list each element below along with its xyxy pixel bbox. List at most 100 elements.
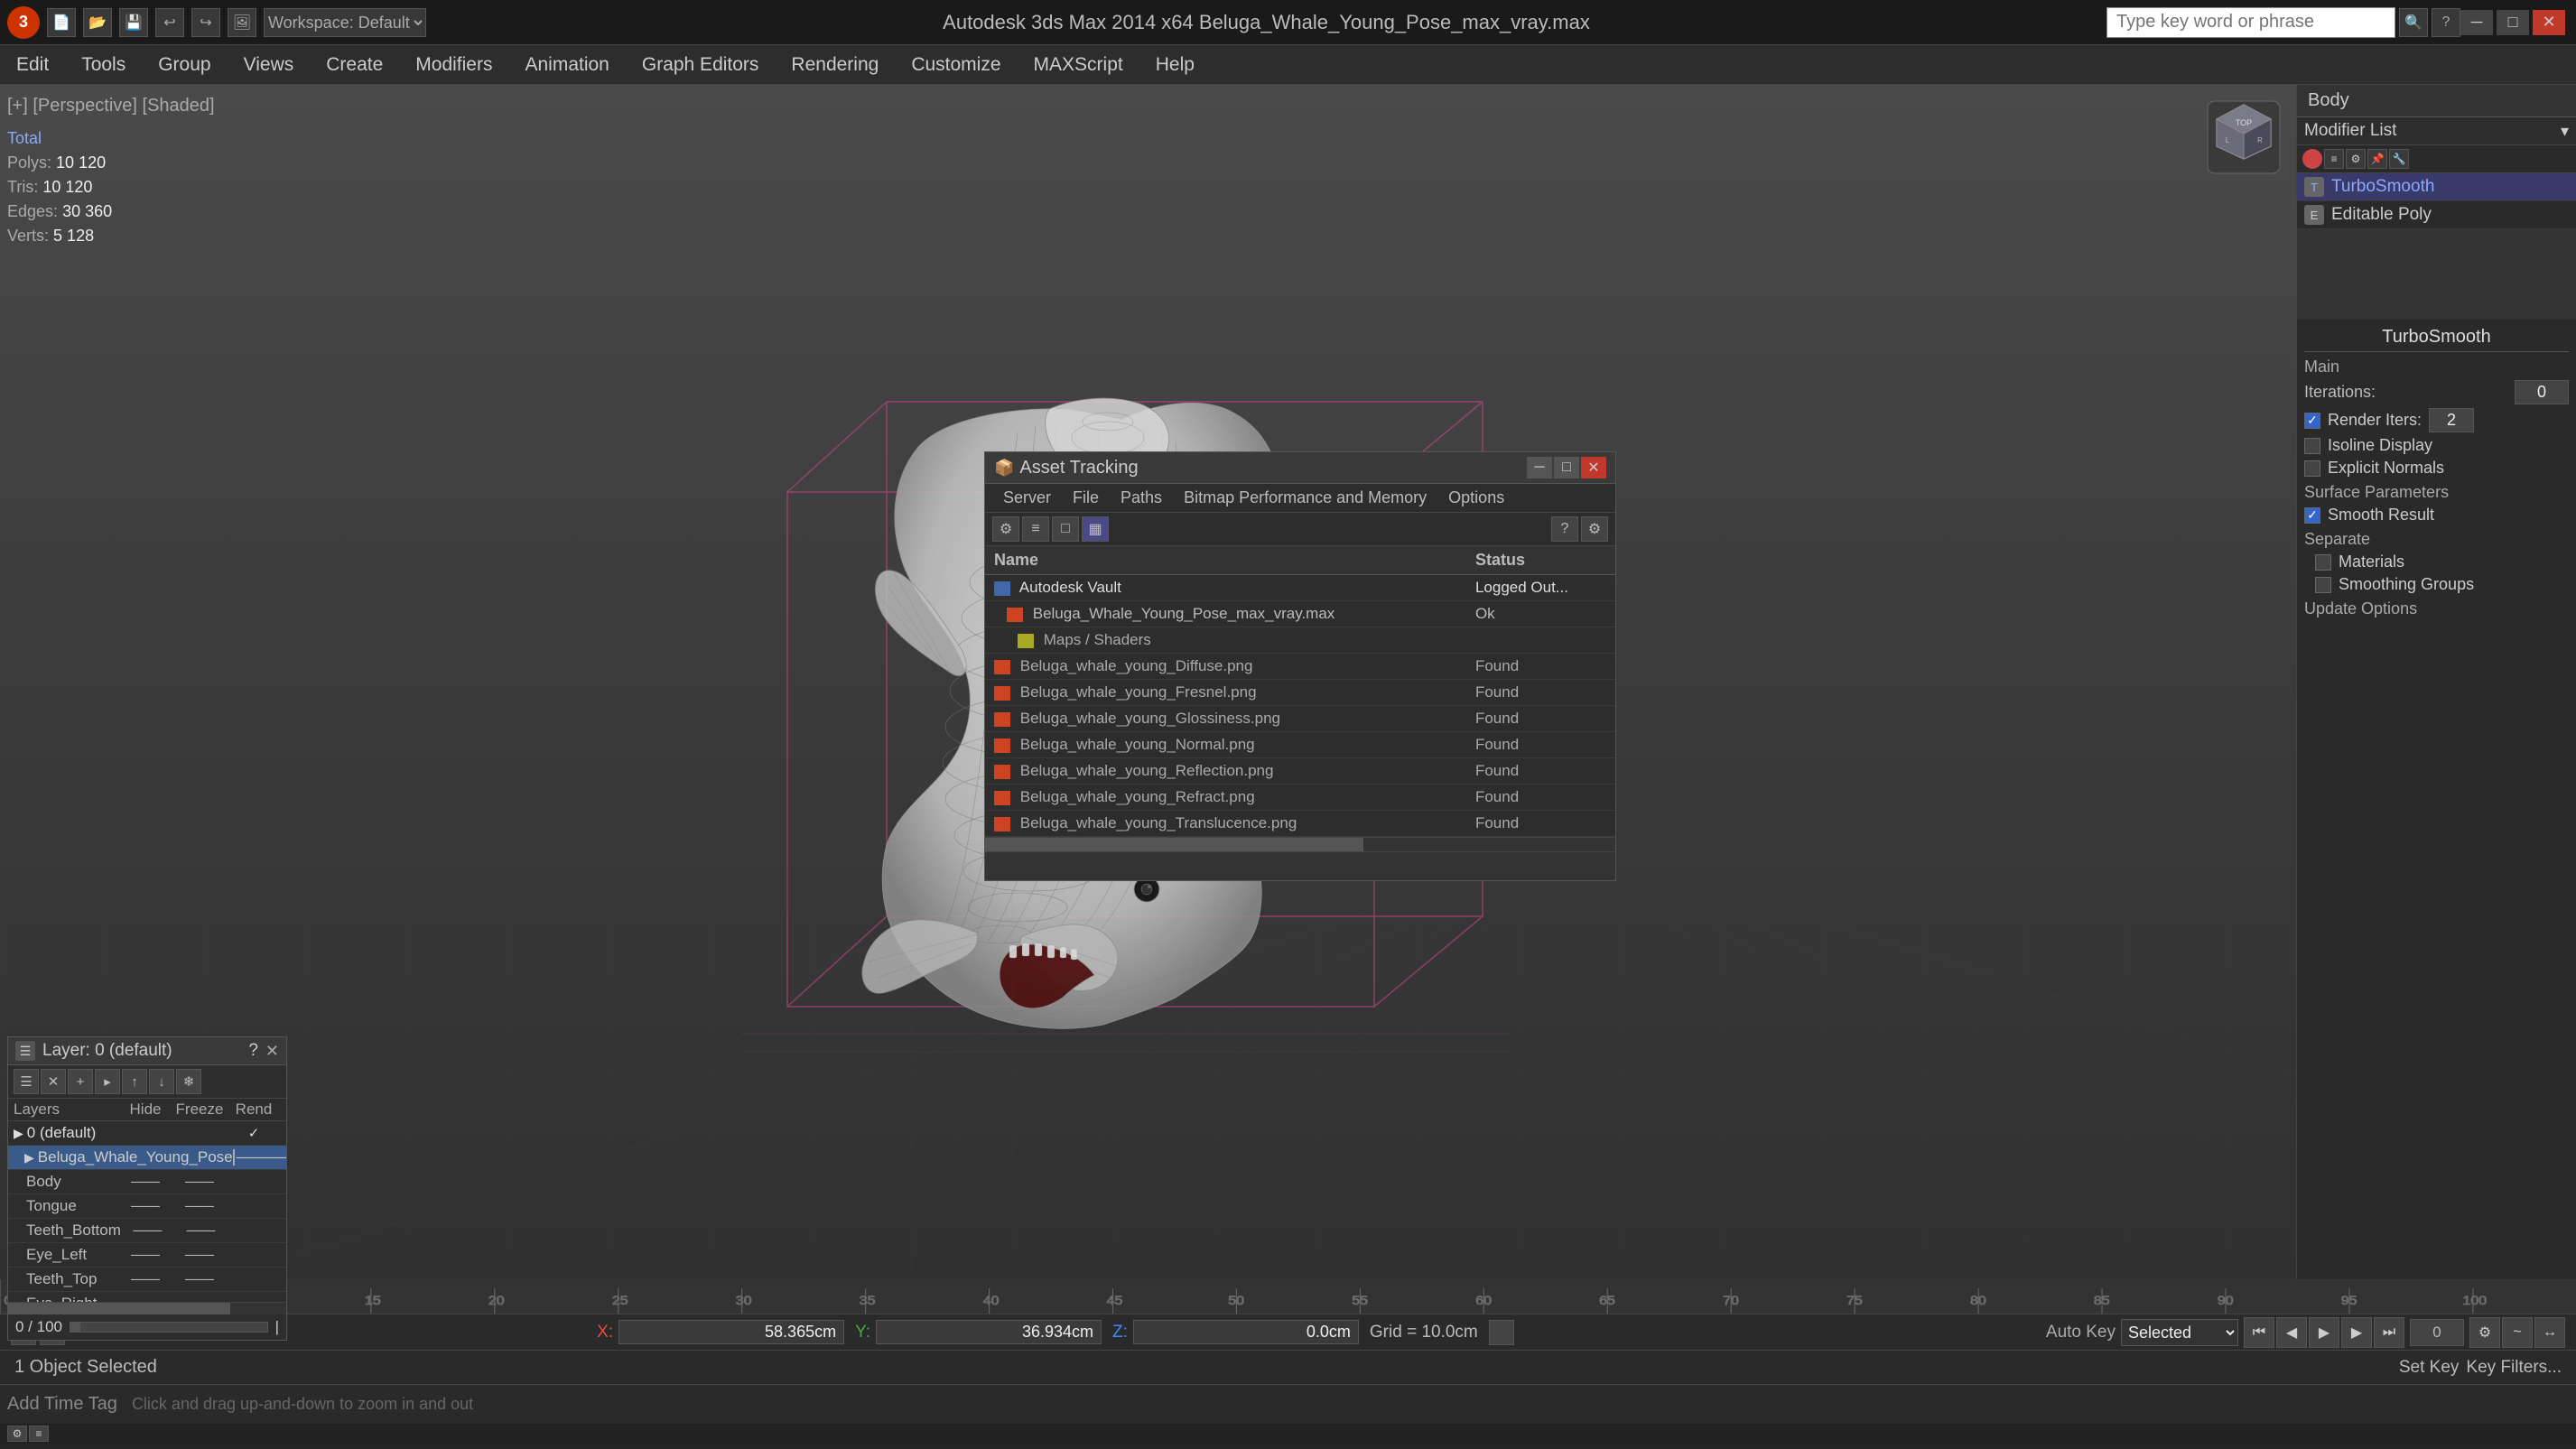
layer-toggle-btn[interactable] bbox=[233, 1149, 235, 1166]
layer-select2-btn[interactable]: ↓ bbox=[149, 1069, 174, 1094]
menu-group[interactable]: Group bbox=[142, 49, 227, 81]
layers-scrollbar-thumb[interactable] bbox=[8, 1303, 230, 1314]
menu-edit[interactable]: Edit bbox=[0, 49, 65, 81]
frame-counter[interactable]: 0 bbox=[2410, 1319, 2464, 1346]
menu-maxscript[interactable]: MAXScript bbox=[1018, 49, 1139, 81]
layer-row-body[interactable]: Body ─── ─── bbox=[8, 1170, 286, 1194]
menu-graph-editors[interactable]: Graph Editors bbox=[626, 49, 776, 81]
save-btn[interactable]: 💾 bbox=[119, 8, 148, 37]
key-filters-label[interactable]: Key Filters... bbox=[2466, 1358, 2562, 1378]
smoothing-groups-checkbox[interactable] bbox=[2315, 577, 2331, 593]
animation-timeline[interactable]: 0 5 10 15 20 25 30 35 40 45 50 55 60 bbox=[0, 1279, 2576, 1315]
search-btn[interactable]: 🔍 bbox=[2399, 8, 2428, 37]
expand-icon[interactable]: ↔ bbox=[2534, 1317, 2565, 1348]
modifier-turbosmooth[interactable]: T TurboSmooth bbox=[2297, 173, 2576, 201]
layer-add-btn[interactable]: + bbox=[68, 1069, 93, 1094]
goto-end-btn[interactable]: ⏭ bbox=[2374, 1317, 2404, 1348]
minimize-button[interactable]: ─ bbox=[2460, 10, 2493, 35]
close-button[interactable]: ✕ bbox=[2533, 10, 2565, 35]
workspace-selector[interactable]: Workspace: Default bbox=[264, 8, 426, 37]
render-iters-checkbox[interactable] bbox=[2304, 413, 2320, 429]
key-filter-icon[interactable]: ⚙ bbox=[2469, 1317, 2500, 1348]
play-btn[interactable]: ▶ bbox=[2309, 1317, 2339, 1348]
menu-tools[interactable]: Tools bbox=[65, 49, 142, 81]
asset-menu-file[interactable]: File bbox=[1062, 486, 1110, 510]
isoline-checkbox[interactable] bbox=[2304, 438, 2320, 454]
coord-x-input[interactable] bbox=[618, 1320, 844, 1344]
asset-scrollbar[interactable] bbox=[985, 837, 1615, 851]
help-icon[interactable]: ? bbox=[2432, 8, 2460, 37]
search-input[interactable] bbox=[2106, 7, 2395, 38]
bottom-icon-1[interactable]: ⚙ bbox=[7, 1426, 27, 1442]
coord-z-input[interactable] bbox=[1133, 1320, 1359, 1344]
smooth-result-checkbox[interactable] bbox=[2304, 507, 2320, 524]
layer-row-tongue[interactable]: Tongue ─── ─── bbox=[8, 1194, 286, 1219]
modifier-icon-2[interactable]: ⚙ bbox=[2346, 149, 2366, 169]
layer-freeze-btn[interactable]: ❄ bbox=[176, 1069, 201, 1094]
layer-delete-btn[interactable]: ✕ bbox=[41, 1069, 66, 1094]
materials-checkbox[interactable] bbox=[2315, 554, 2331, 571]
bottom-icon-2[interactable]: ≡ bbox=[29, 1426, 49, 1442]
asset-row-vault[interactable]: Autodesk Vault Logged Out... bbox=[985, 575, 1615, 601]
menu-modifiers[interactable]: Modifiers bbox=[399, 49, 508, 81]
prev-frame-btn[interactable]: ◀ bbox=[2276, 1317, 2307, 1348]
asset-row-fresnel[interactable]: Beluga_whale_young_Fresnel.png Found bbox=[985, 680, 1615, 706]
goto-start-btn[interactable]: ⏮ bbox=[2244, 1317, 2274, 1348]
modifier-icon-3[interactable]: 📌 bbox=[2367, 149, 2387, 169]
iterations-input[interactable] bbox=[2515, 380, 2569, 404]
maximize-button[interactable]: □ bbox=[2497, 10, 2529, 35]
asset-row-refract[interactable]: Beluga_whale_young_Refract.png Found bbox=[985, 785, 1615, 811]
menu-create[interactable]: Create bbox=[310, 49, 399, 81]
layer-new-btn[interactable]: ☰ bbox=[14, 1069, 39, 1094]
asset-scrollbar-thumb[interactable] bbox=[985, 838, 1363, 851]
navigation-cube[interactable]: TOP R L bbox=[2200, 94, 2287, 181]
next-frame-btn[interactable]: ▶ bbox=[2341, 1317, 2372, 1348]
asset-row-reflection[interactable]: Beluga_whale_young_Reflection.png Found bbox=[985, 758, 1615, 785]
key-mode-selector[interactable]: Selected bbox=[2121, 1319, 2238, 1346]
grid-settings-btn[interactable] bbox=[1489, 1320, 1514, 1345]
render-iters-input[interactable] bbox=[2429, 408, 2474, 432]
modifier-icon-4[interactable]: 🔧 bbox=[2389, 149, 2409, 169]
asset-minimize-btn[interactable]: ─ bbox=[1527, 457, 1552, 478]
mini-curve-icon[interactable]: ~ bbox=[2502, 1317, 2533, 1348]
undo-btn[interactable]: ↩ bbox=[155, 8, 184, 37]
asset-tool-2[interactable]: ≡ bbox=[1022, 516, 1049, 542]
layers-scrollbar[interactable] bbox=[8, 1302, 286, 1314]
asset-row-normal[interactable]: Beluga_whale_young_Normal.png Found bbox=[985, 732, 1615, 758]
add-time-tag-label[interactable]: Add Time Tag bbox=[7, 1394, 117, 1415]
asset-tool-3[interactable]: □ bbox=[1052, 516, 1079, 542]
layer-row-default[interactable]: ▶ 0 (default) ✓ bbox=[8, 1121, 286, 1146]
render-setup-btn[interactable]: 🖼 bbox=[228, 8, 256, 37]
layer-row-teeth-bottom[interactable]: Teeth_Bottom ─── ─── bbox=[8, 1219, 286, 1243]
layer-row-eye-right[interactable]: Eye_Right ─── ─── bbox=[8, 1292, 286, 1302]
layer-row-teeth-top[interactable]: Teeth_Top ─── ─── bbox=[8, 1268, 286, 1292]
menu-views[interactable]: Views bbox=[228, 49, 311, 81]
layers-close-btn[interactable]: ✕ bbox=[265, 1042, 279, 1061]
new-btn[interactable]: 📄 bbox=[47, 8, 76, 37]
asset-menu-bitmap[interactable]: Bitmap Performance and Memory bbox=[1173, 486, 1437, 510]
explicit-normals-checkbox[interactable] bbox=[2304, 460, 2320, 477]
layer-row-eye-left[interactable]: Eye_Left ─── ─── bbox=[8, 1243, 286, 1268]
layer-select-btn[interactable]: ▸ bbox=[95, 1069, 120, 1094]
layers-help-btn[interactable]: ? bbox=[248, 1041, 258, 1061]
asset-row-maps-folder[interactable]: Maps / Shaders bbox=[985, 627, 1615, 654]
asset-tool-settings[interactable]: ⚙ bbox=[1581, 516, 1608, 542]
redo-btn[interactable]: ↪ bbox=[191, 8, 220, 37]
menu-customize[interactable]: Customize bbox=[895, 49, 1017, 81]
asset-tool-help[interactable]: ? bbox=[1551, 516, 1578, 542]
asset-close-btn[interactable]: ✕ bbox=[1581, 457, 1606, 478]
asset-menu-paths[interactable]: Paths bbox=[1110, 486, 1173, 510]
asset-row-diffuse[interactable]: Beluga_whale_young_Diffuse.png Found bbox=[985, 654, 1615, 680]
asset-row-max-file[interactable]: Beluga_Whale_Young_Pose_max_vray.max Ok bbox=[985, 601, 1615, 627]
asset-row-glossiness[interactable]: Beluga_whale_young_Glossiness.png Found bbox=[985, 706, 1615, 732]
layer-move-btn[interactable]: ↑ bbox=[122, 1069, 147, 1094]
asset-row-translucence[interactable]: Beluga_whale_young_Translucence.png Foun… bbox=[985, 811, 1615, 837]
asset-menu-server[interactable]: Server bbox=[992, 486, 1062, 510]
asset-menu-options[interactable]: Options bbox=[1437, 486, 1515, 510]
asset-tool-1[interactable]: ⚙ bbox=[992, 516, 1019, 542]
asset-maximize-btn[interactable]: □ bbox=[1554, 457, 1579, 478]
menu-help[interactable]: Help bbox=[1139, 49, 1211, 81]
modifier-list-dropdown[interactable]: ▾ bbox=[2561, 122, 2569, 141]
menu-animation[interactable]: Animation bbox=[508, 49, 625, 81]
modifier-editable-poly[interactable]: E Editable Poly bbox=[2297, 201, 2576, 229]
